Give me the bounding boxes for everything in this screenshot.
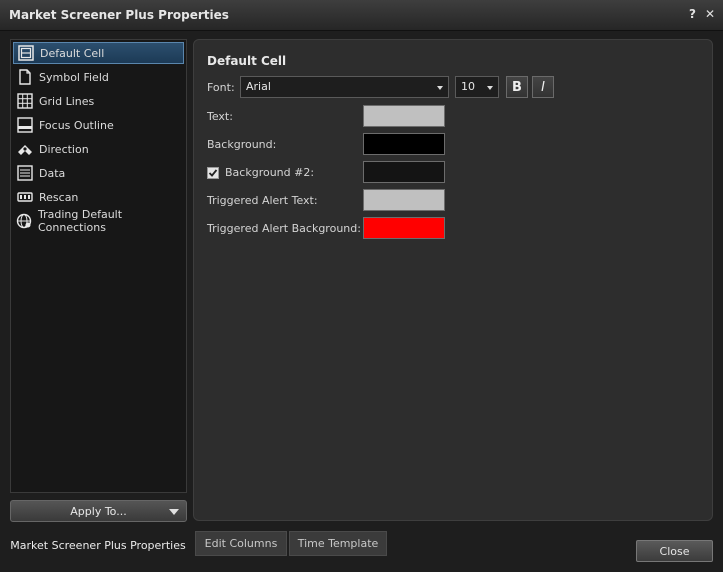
- direction-arrows-icon: [16, 141, 33, 158]
- apply-to-button[interactable]: Apply To...: [10, 500, 187, 522]
- sidebar-item-label: Focus Outline: [39, 118, 114, 132]
- close-window-button[interactable]: ✕: [705, 7, 715, 21]
- triggered-alert-text-label: Triggered Alert Text:: [207, 194, 318, 207]
- panel-title: Default Cell: [207, 54, 287, 68]
- sidebar-item-label: Trading Default Connections: [38, 208, 123, 234]
- tab-time-template[interactable]: Time Template: [289, 531, 387, 556]
- rescan-icon: [16, 189, 33, 206]
- sidebar-item-label: Direction: [39, 142, 89, 156]
- sidebar-item-grid-lines[interactable]: Grid Lines: [13, 90, 184, 112]
- sidebar-item-direction[interactable]: Direction: [13, 138, 184, 160]
- background-2-label: Background #2:: [225, 166, 315, 179]
- sidebar-item-symbol-field[interactable]: Symbol Field: [13, 66, 184, 88]
- apply-to-label: Apply To...: [70, 504, 127, 518]
- tab-edit-columns[interactable]: Edit Columns: [195, 531, 287, 556]
- outline-icon: [16, 117, 33, 134]
- font-size-value: 10: [461, 80, 475, 93]
- sidebar-item-trading-default-connections[interactable]: Trading Default Connections: [13, 208, 184, 234]
- triggered-alert-text-swatch[interactable]: [363, 189, 445, 211]
- dropdown-arrow-icon: [169, 509, 179, 515]
- data-table-icon: [16, 165, 33, 182]
- connection-globe-icon: [16, 213, 32, 230]
- help-button[interactable]: ?: [689, 7, 696, 21]
- grid-icon: [16, 93, 33, 110]
- sidebar-item-default-cell[interactable]: Default Cell: [13, 42, 184, 64]
- sidebar-item-focus-outline[interactable]: Focus Outline: [13, 114, 184, 136]
- tab-market-screener-plus-properties[interactable]: Market Screener Plus Properties: [5, 531, 191, 559]
- text-color-label: Text:: [207, 110, 233, 123]
- bottom-tabs: Market Screener Plus Properties Edit Col…: [0, 531, 723, 572]
- font-family-select[interactable]: Arial: [240, 76, 449, 98]
- triggered-alert-background-label: Triggered Alert Background:: [207, 222, 361, 235]
- title-bar: Market Screener Plus Properties ? ✕: [0, 0, 723, 31]
- text-color-swatch[interactable]: [363, 105, 445, 127]
- background-color-swatch[interactable]: [363, 133, 445, 155]
- document-icon: [16, 69, 33, 86]
- window-title: Market Screener Plus Properties: [9, 8, 229, 22]
- sidebar: Default Cell Symbol Field Grid Lines Foc…: [10, 39, 187, 493]
- italic-button[interactable]: I: [532, 76, 554, 98]
- triggered-alert-background-swatch[interactable]: [363, 217, 445, 239]
- cell-grid-icon: [17, 45, 34, 62]
- sidebar-item-rescan[interactable]: Rescan: [13, 186, 184, 208]
- sidebar-item-label: Grid Lines: [39, 94, 95, 108]
- sidebar-item-label: Data: [39, 166, 66, 180]
- chevron-down-icon: [487, 86, 493, 90]
- sidebar-item-data[interactable]: Data: [13, 162, 184, 184]
- sidebar-item-label: Symbol Field: [39, 70, 109, 84]
- close-button[interactable]: Close: [636, 540, 713, 562]
- sidebar-item-label: Default Cell: [40, 46, 105, 60]
- background-2-checkbox[interactable]: [207, 167, 219, 179]
- font-label: Font:: [207, 81, 235, 94]
- font-size-select[interactable]: 10: [455, 76, 499, 98]
- checkmark-icon: [208, 169, 218, 177]
- background-2-color-swatch[interactable]: [363, 161, 445, 183]
- bold-button[interactable]: B: [506, 76, 528, 98]
- sidebar-item-label: Rescan: [39, 190, 79, 204]
- font-family-value: Arial: [246, 80, 271, 93]
- background-color-label: Background:: [207, 138, 277, 151]
- chevron-down-icon: [437, 86, 443, 90]
- settings-panel: Default Cell Font: Arial 10 B I Text: Ba…: [193, 39, 713, 521]
